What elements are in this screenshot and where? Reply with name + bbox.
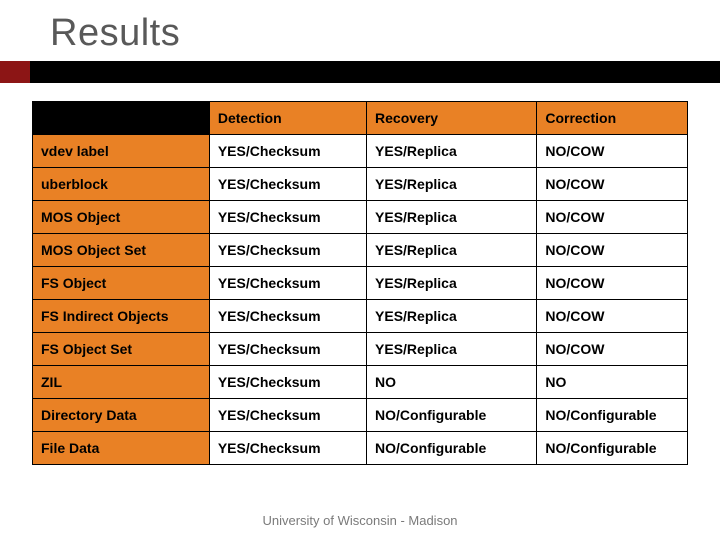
- table-row: MOS Object Set YES/Checksum YES/Replica …: [33, 234, 688, 267]
- table-row: FS Indirect Objects YES/Checksum YES/Rep…: [33, 300, 688, 333]
- cell: YES/Checksum: [209, 168, 366, 201]
- cell: YES/Checksum: [209, 234, 366, 267]
- row-label: Directory Data: [33, 399, 210, 432]
- cell: YES/Checksum: [209, 267, 366, 300]
- cell: NO/COW: [537, 333, 688, 366]
- cell: YES/Checksum: [209, 135, 366, 168]
- cell: YES/Replica: [367, 168, 537, 201]
- footer-text: University of Wisconsin - Madison: [0, 513, 720, 528]
- table-corner-cell: [33, 102, 210, 135]
- row-label: ZIL: [33, 366, 210, 399]
- cell: YES/Checksum: [209, 201, 366, 234]
- cell: NO/COW: [537, 300, 688, 333]
- row-label: vdev label: [33, 135, 210, 168]
- table-row: uberblock YES/Checksum YES/Replica NO/CO…: [33, 168, 688, 201]
- table-body: vdev label YES/Checksum YES/Replica NO/C…: [33, 135, 688, 465]
- row-label: MOS Object: [33, 201, 210, 234]
- cell: YES/Replica: [367, 135, 537, 168]
- cell: YES/Checksum: [209, 300, 366, 333]
- cell: YES/Checksum: [209, 333, 366, 366]
- table-row: ZIL YES/Checksum NO NO: [33, 366, 688, 399]
- cell: NO/COW: [537, 135, 688, 168]
- col-header-correction: Correction: [537, 102, 688, 135]
- table-row: File Data YES/Checksum NO/Configurable N…: [33, 432, 688, 465]
- cell: NO: [537, 366, 688, 399]
- page-title: Results: [0, 0, 720, 61]
- col-header-detection: Detection: [209, 102, 366, 135]
- table-row: FS Object YES/Checksum YES/Replica NO/CO…: [33, 267, 688, 300]
- table-row: Directory Data YES/Checksum NO/Configura…: [33, 399, 688, 432]
- accent-bar-right: [30, 61, 720, 83]
- cell: NO/Configurable: [537, 432, 688, 465]
- table-row: FS Object Set YES/Checksum YES/Replica N…: [33, 333, 688, 366]
- slide: Results Detection Recovery Correction vd…: [0, 0, 720, 540]
- cell: NO/Configurable: [367, 432, 537, 465]
- table-header-row: Detection Recovery Correction: [33, 102, 688, 135]
- cell: YES/Checksum: [209, 399, 366, 432]
- results-table: Detection Recovery Correction vdev label…: [32, 101, 688, 465]
- col-header-recovery: Recovery: [367, 102, 537, 135]
- results-table-wrap: Detection Recovery Correction vdev label…: [0, 83, 720, 465]
- cell: NO/COW: [537, 267, 688, 300]
- row-label: FS Object: [33, 267, 210, 300]
- row-label: MOS Object Set: [33, 234, 210, 267]
- row-label: uberblock: [33, 168, 210, 201]
- table-row: MOS Object YES/Checksum YES/Replica NO/C…: [33, 201, 688, 234]
- cell: NO/Configurable: [367, 399, 537, 432]
- row-label: FS Object Set: [33, 333, 210, 366]
- cell: YES/Checksum: [209, 366, 366, 399]
- cell: YES/Replica: [367, 267, 537, 300]
- cell: YES/Replica: [367, 333, 537, 366]
- cell: YES/Checksum: [209, 432, 366, 465]
- cell: YES/Replica: [367, 234, 537, 267]
- cell: YES/Replica: [367, 300, 537, 333]
- table-row: vdev label YES/Checksum YES/Replica NO/C…: [33, 135, 688, 168]
- cell: NO/COW: [537, 168, 688, 201]
- row-label: FS Indirect Objects: [33, 300, 210, 333]
- cell: NO: [367, 366, 537, 399]
- row-label: File Data: [33, 432, 210, 465]
- cell: YES/Replica: [367, 201, 537, 234]
- accent-bar: [0, 61, 720, 83]
- cell: NO/COW: [537, 201, 688, 234]
- cell: NO/COW: [537, 234, 688, 267]
- cell: NO/Configurable: [537, 399, 688, 432]
- accent-bar-left: [0, 61, 30, 83]
